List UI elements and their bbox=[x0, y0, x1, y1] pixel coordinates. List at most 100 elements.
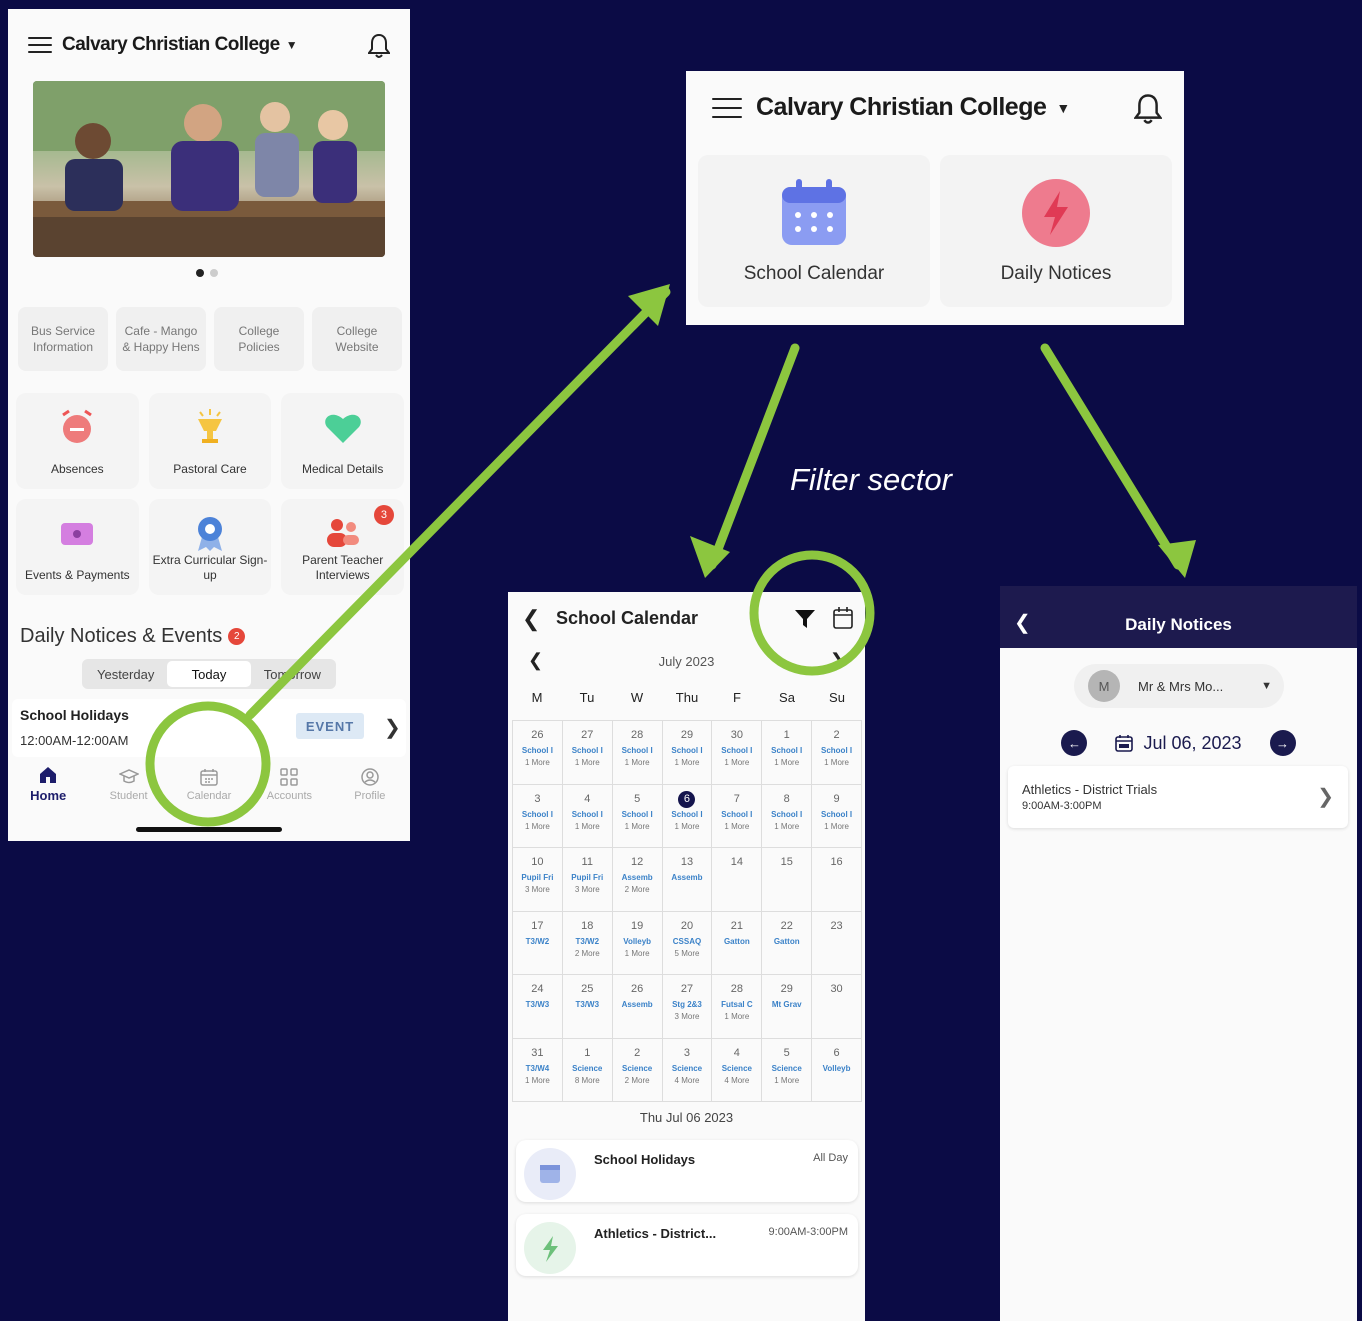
calendar-day-cell[interactable]: 13 Assemb bbox=[662, 848, 713, 912]
tile-pastoral-care[interactable]: Pastoral Care bbox=[148, 393, 272, 489]
chevron-down-icon: ▼ bbox=[1261, 680, 1272, 692]
calendar-day-cell[interactable]: 3 Science 4 More bbox=[662, 1038, 713, 1102]
calendar-day-cell[interactable]: 29 School I 1 More bbox=[662, 721, 713, 785]
day-more-count: 3 More bbox=[674, 1012, 700, 1021]
day-event-label: School I bbox=[671, 809, 703, 819]
day-more-count: 2 More bbox=[624, 885, 650, 894]
calendar-day-cell[interactable]: 28 Futsal C 1 More bbox=[712, 975, 763, 1039]
tile-extra-curricular[interactable]: Extra Curricular Sign-up bbox=[148, 499, 272, 595]
tile-label: School Calendar bbox=[743, 263, 885, 284]
chevron-right-icon[interactable]: ❯ bbox=[384, 715, 401, 740]
calendar-day-cell[interactable]: 11 Pupil Fri 3 More bbox=[562, 848, 613, 912]
school-name[interactable]: Calvary Christian College bbox=[756, 93, 1047, 122]
day-more-count: 5 More bbox=[674, 948, 700, 958]
link-college-policies[interactable]: College Policies bbox=[214, 307, 304, 371]
calendar-day-cell[interactable]: 16 bbox=[812, 848, 862, 912]
calendar-day-cell[interactable]: 7 School I 1 More bbox=[712, 784, 763, 848]
calendar-day-cell[interactable]: 30 bbox=[812, 975, 862, 1039]
calendar-day-cell[interactable]: 31 T3/W4 1 More bbox=[513, 1038, 563, 1102]
next-day-button[interactable]: → bbox=[1269, 730, 1296, 756]
calendar-day-cell[interactable]: 3 School I 1 More bbox=[513, 784, 563, 848]
tab-home[interactable]: Home bbox=[8, 759, 88, 809]
calendar-day-cell[interactable]: 30 School I 1 More bbox=[712, 721, 763, 785]
menu-icon[interactable] bbox=[712, 97, 742, 118]
tile-medical-details[interactable]: Medical Details bbox=[281, 393, 404, 489]
prev-day-button[interactable]: ← bbox=[1061, 730, 1088, 756]
calendar-day-cell[interactable]: 2 Science 2 More bbox=[612, 1038, 663, 1102]
segment-yesterday[interactable]: Yesterday bbox=[84, 661, 167, 687]
calendar-day-cell[interactable]: 1 Science 8 More bbox=[562, 1038, 613, 1102]
menu-icon[interactable] bbox=[28, 37, 52, 53]
calendar-day-cell[interactable]: 6 School I 1 More bbox=[662, 784, 713, 848]
day-event-label: Assemb bbox=[621, 873, 653, 882]
calendar-day-cell[interactable]: 6 Volleyb bbox=[812, 1038, 862, 1102]
day-number: 29 bbox=[680, 729, 694, 741]
calendar-day-cell[interactable]: 8 School I 1 More bbox=[762, 784, 813, 848]
tab-profile[interactable]: Profile bbox=[330, 759, 410, 809]
tile-daily-notices[interactable]: Daily Notices bbox=[940, 155, 1172, 307]
day-number: 15 bbox=[780, 856, 793, 868]
chevron-down-icon[interactable]: ▼ bbox=[1056, 100, 1070, 116]
calendar-day-cell[interactable]: 2 School I 1 More bbox=[812, 721, 862, 785]
tile-school-calendar[interactable]: School Calendar bbox=[698, 155, 930, 307]
calendar-day-cell[interactable]: 27 School I 1 More bbox=[562, 721, 613, 785]
filter-icon[interactable] bbox=[794, 608, 816, 630]
tab-student[interactable]: Student bbox=[88, 759, 168, 809]
calendar-day-cell[interactable]: 27 Stg 2&3 3 More bbox=[662, 975, 713, 1039]
hero-carousel-image[interactable] bbox=[33, 81, 385, 257]
event-title: Athletics - District... bbox=[594, 1226, 717, 1241]
calendar-event-card[interactable]: Athletics - District... 9:00AM-3:00PM bbox=[516, 1214, 858, 1276]
calendar-day-cell[interactable]: 10 Pupil Fri 3 More bbox=[513, 848, 563, 912]
calendar-day-cell[interactable]: 4 Science 4 More bbox=[712, 1038, 763, 1102]
school-name[interactable]: Calvary Christian College bbox=[62, 34, 280, 56]
link-college-website[interactable]: College Website bbox=[312, 307, 402, 371]
calendar-day-cell[interactable]: 5 Science 1 More bbox=[762, 1038, 813, 1102]
calendar-day-cell[interactable]: 29 Mt Grav bbox=[762, 975, 813, 1039]
calendar-day-cell[interactable]: 17 T3/W2 bbox=[513, 911, 563, 975]
tile-events-payments[interactable]: Events & Payments bbox=[16, 499, 139, 595]
tile-absences[interactable]: Absences bbox=[16, 393, 139, 489]
calendar-day-cell[interactable]: 22 Gatton bbox=[762, 911, 813, 975]
link-bus-service[interactable]: Bus Service Information bbox=[18, 307, 108, 371]
tile-parent-teacher[interactable]: 3 Parent Teacher Interviews bbox=[281, 499, 404, 595]
chevron-right-icon[interactable]: ❯ bbox=[830, 650, 845, 671]
event-row[interactable]: School Holidays 12:00AM-12:00AM EVENT ❯ bbox=[12, 699, 406, 757]
calendar-day-cell[interactable]: 18 T3/W2 2 More bbox=[562, 911, 613, 975]
calendar-day-cell[interactable]: 9 School I 1 More bbox=[812, 784, 862, 848]
selected-date[interactable]: Jul 06, 2023 bbox=[1143, 733, 1241, 754]
calendar-day-cell[interactable]: 21 Gatton bbox=[712, 911, 763, 975]
calendar-day-cell[interactable]: 26 School I 1 More bbox=[513, 721, 563, 785]
link-cafe[interactable]: Cafe - Mango & Happy Hens bbox=[116, 307, 206, 371]
bell-icon[interactable] bbox=[1134, 93, 1162, 125]
calendar-day-cell[interactable]: 12 Assemb 2 More bbox=[612, 848, 663, 912]
tab-calendar[interactable]: Calendar bbox=[169, 759, 249, 809]
calendar-day-cell[interactable]: 1 School I 1 More bbox=[762, 721, 813, 785]
calendar-day-cell[interactable]: 14 bbox=[712, 848, 763, 912]
person-selector[interactable]: M Mr & Mrs Mo... ▼ bbox=[1074, 664, 1284, 708]
back-arrow-icon[interactable]: ❮ bbox=[522, 606, 540, 632]
calendar-day-cell[interactable]: 5 School I 1 More bbox=[612, 784, 663, 848]
calendar-day-cell[interactable]: 4 School I 1 More bbox=[562, 784, 613, 848]
calendar-day-cell[interactable]: 28 School I 1 More bbox=[612, 721, 663, 785]
day-event-label: School I bbox=[571, 809, 603, 819]
chevron-down-icon[interactable]: ▼ bbox=[286, 38, 298, 52]
calendar-icon[interactable] bbox=[832, 606, 854, 630]
calendar-day-cell[interactable]: 23 bbox=[812, 911, 862, 975]
calendar-day-cell[interactable]: 25 T3/W3 bbox=[562, 975, 613, 1039]
day-more-count: 3 More bbox=[574, 885, 600, 894]
calendar-event-card[interactable]: School Holidays All Day bbox=[516, 1140, 858, 1202]
notice-item[interactable]: Athletics - District Trials 9:00AM-3:00P… bbox=[1008, 766, 1348, 828]
calendar-day-cell[interactable]: 15 bbox=[762, 848, 813, 912]
segment-tomorrow[interactable]: Tomorrow bbox=[251, 661, 334, 687]
carousel-dots[interactable] bbox=[196, 269, 218, 277]
day-more-count: 1 More bbox=[524, 1075, 550, 1085]
calendar-day-cell[interactable]: 26 Assemb bbox=[612, 975, 663, 1039]
event-time: 12:00AM-12:00AM bbox=[20, 733, 129, 748]
calendar-day-cell[interactable]: 20 CSSAQ 5 More bbox=[662, 911, 713, 975]
tab-accounts[interactable]: Accounts bbox=[249, 759, 329, 809]
segment-today[interactable]: Today bbox=[167, 661, 251, 687]
bell-icon[interactable] bbox=[368, 33, 390, 59]
calendar-day-cell[interactable]: 24 T3/W3 bbox=[513, 975, 563, 1039]
day-more-count: 1 More bbox=[624, 758, 650, 767]
calendar-day-cell[interactable]: 19 Volleyb 1 More bbox=[612, 911, 663, 975]
